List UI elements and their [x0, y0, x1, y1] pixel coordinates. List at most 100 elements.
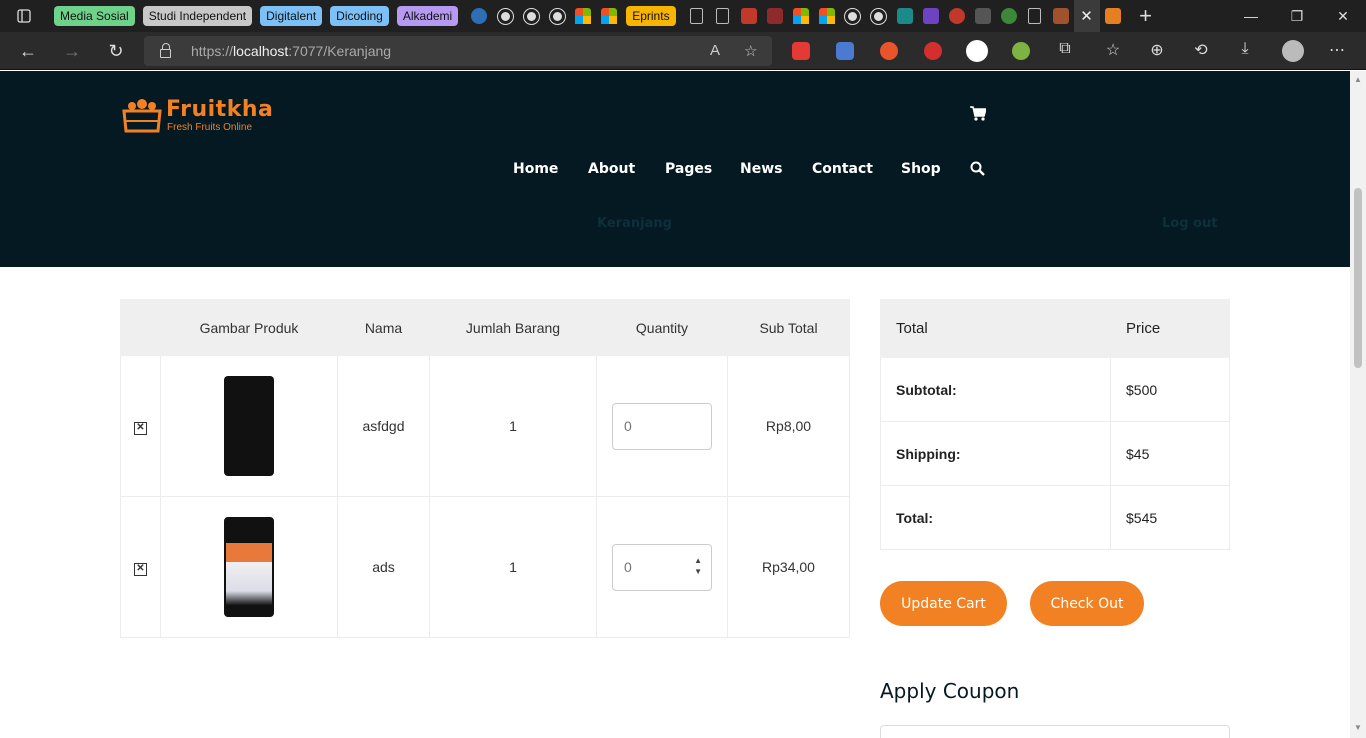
- col-jumlah: Jumlah Barang: [429, 299, 597, 356]
- nav-about[interactable]: About: [588, 161, 635, 177]
- tab-group-dicoding[interactable]: Dicoding: [330, 6, 389, 26]
- tab-microsoft-3[interactable]: [788, 0, 814, 32]
- document-icon: [690, 8, 704, 24]
- tab-github-5[interactable]: [866, 0, 892, 32]
- ikc-icon: [974, 8, 991, 24]
- tab-group-studi-independent[interactable]: Studi Independent: [142, 6, 253, 26]
- favorite-add-icon[interactable]: ☆: [744, 42, 757, 60]
- microsoft-icon: [818, 8, 835, 24]
- restore-icon[interactable]: ❐: [1274, 0, 1320, 32]
- total-label: Total:: [880, 485, 1111, 550]
- extension-icon-6[interactable]: [1012, 42, 1030, 60]
- tab-doc-3[interactable]: [1022, 0, 1048, 32]
- col-nama: Nama: [337, 299, 430, 356]
- tab-pdf[interactable]: [736, 0, 762, 32]
- tab-close-icon[interactable]: ✕: [1073, 0, 1100, 32]
- scrollbar-thumb[interactable]: [1354, 188, 1362, 368]
- tab-microsoft-2[interactable]: [596, 0, 622, 32]
- search-icon[interactable]: [970, 161, 985, 181]
- address-field[interactable]: https://localhost:7077/Keranjang A ☆: [144, 36, 772, 66]
- quantity-input[interactable]: [612, 402, 712, 450]
- cart-icon[interactable]: [970, 106, 987, 126]
- collections-icon[interactable]: ⊕: [1146, 40, 1168, 60]
- tab-microsoft-4[interactable]: [814, 0, 840, 32]
- total-value: $545: [1110, 485, 1230, 550]
- extension-icon-1[interactable]: [792, 42, 810, 60]
- table-row: ✕ asfdgd 1 Rp8,00: [120, 355, 850, 497]
- browser-tab-bar: Media Sosial Studi Independent Digitalen…: [0, 0, 1366, 32]
- scroll-up-icon[interactable]: ▲: [1354, 75, 1362, 84]
- new-tab-icon[interactable]: +: [1126, 0, 1166, 32]
- update-cart-button[interactable]: Update Cart: [880, 581, 1007, 626]
- cart-table: Gambar Produk Nama Jumlah Barang Quantit…: [120, 299, 850, 638]
- nav-shop[interactable]: Shop: [901, 161, 941, 177]
- product-name: asfdgd: [337, 355, 430, 497]
- favorites-icon[interactable]: ☆: [1102, 40, 1124, 60]
- scroll-down-icon[interactable]: ▼: [1354, 723, 1362, 732]
- tab-actions-icon[interactable]: [0, 0, 48, 32]
- tab-teal[interactable]: [892, 0, 918, 32]
- remove-item-icon[interactable]: ✕: [134, 422, 147, 435]
- tab-opera[interactable]: [944, 0, 970, 32]
- profile-avatar[interactable]: [1282, 40, 1304, 62]
- forward-icon[interactable]: →: [58, 39, 86, 63]
- read-aloud-icon[interactable]: A: [710, 42, 720, 59]
- product-subtotal: Rp34,00: [727, 496, 850, 638]
- tab-group-alkademi[interactable]: Alkademi: [396, 6, 459, 26]
- tab-github-2[interactable]: [518, 0, 544, 32]
- table-row: ✕ ads 1 ▲▼ Rp34,00: [120, 496, 850, 638]
- cart-header-row: Gambar Produk Nama Jumlah Barang Quantit…: [120, 299, 850, 356]
- logo[interactable]: Fruitkha Fresh Fruits Online: [122, 95, 274, 135]
- nav-home[interactable]: Home: [513, 161, 558, 177]
- totals-header-row: Total Price: [880, 299, 1230, 358]
- tab-group-media-sosial[interactable]: Media Sosial: [54, 6, 135, 26]
- product-image: [224, 517, 274, 617]
- brand-name: Fruitkha: [166, 97, 274, 122]
- tab-mountain[interactable]: [1100, 0, 1126, 32]
- extension-icon-5[interactable]: [966, 40, 988, 62]
- adblock-icon[interactable]: [924, 42, 942, 60]
- refresh-icon[interactable]: ↻: [102, 39, 130, 63]
- tab-edge[interactable]: [466, 0, 492, 32]
- col-gambar: Gambar Produk: [160, 299, 338, 356]
- coupon-input[interactable]: [880, 725, 1230, 738]
- tab-doc-2[interactable]: [710, 0, 736, 32]
- tab-ikc[interactable]: [970, 0, 996, 32]
- nav-pages[interactable]: Pages: [665, 161, 712, 177]
- checkout-button[interactable]: Check Out: [1030, 581, 1144, 626]
- tab-doc-1[interactable]: [684, 0, 710, 32]
- totals-row: Subtotal: $500: [880, 357, 1230, 422]
- totals-col-price: Price: [1110, 299, 1230, 358]
- back-icon[interactable]: ←: [14, 39, 42, 63]
- history-icon[interactable]: ⟲: [1190, 40, 1212, 60]
- tab-bootstrap[interactable]: [918, 0, 944, 32]
- nav-news[interactable]: News: [740, 161, 782, 177]
- tab-group-digitalent[interactable]: Digitalent: [260, 6, 323, 26]
- app-icon: [896, 8, 913, 24]
- logout-link[interactable]: Log out: [1162, 216, 1217, 231]
- subtotal-value: $500: [1110, 357, 1230, 422]
- translate-icon[interactable]: [836, 42, 854, 60]
- tab-pdf-2[interactable]: [762, 0, 788, 32]
- tab-github-1[interactable]: [492, 0, 518, 32]
- minimize-icon[interactable]: —: [1228, 0, 1274, 32]
- tab-github-4[interactable]: [840, 0, 866, 32]
- tab-fruitkha[interactable]: [1048, 0, 1074, 32]
- site-header: Fruitkha Fresh Fruits Online Home About …: [0, 71, 1350, 267]
- nav-contact[interactable]: Contact: [812, 161, 873, 177]
- extensions-icon[interactable]: ⧉: [1054, 40, 1076, 58]
- menu-icon[interactable]: ⋯: [1326, 40, 1348, 60]
- keranjang-link[interactable]: Keranjang: [597, 216, 672, 231]
- remove-item-icon[interactable]: ✕: [134, 563, 147, 576]
- window-close-icon[interactable]: ✕: [1320, 0, 1366, 32]
- extension-icon-3[interactable]: [880, 42, 898, 60]
- page-scrollbar[interactable]: ▲ ▼: [1350, 71, 1366, 738]
- tab-github-3[interactable]: [544, 0, 570, 32]
- tab-microsoft-1[interactable]: [570, 0, 596, 32]
- quantity-stepper-icon[interactable]: ▲ ▼: [694, 555, 702, 577]
- downloads-icon[interactable]: ⤓: [1234, 40, 1256, 58]
- shipping-value: $45: [1110, 421, 1230, 486]
- product-name: ads: [337, 496, 430, 638]
- tab-group-eprints[interactable]: Eprints: [626, 6, 676, 26]
- tab-node[interactable]: [996, 0, 1022, 32]
